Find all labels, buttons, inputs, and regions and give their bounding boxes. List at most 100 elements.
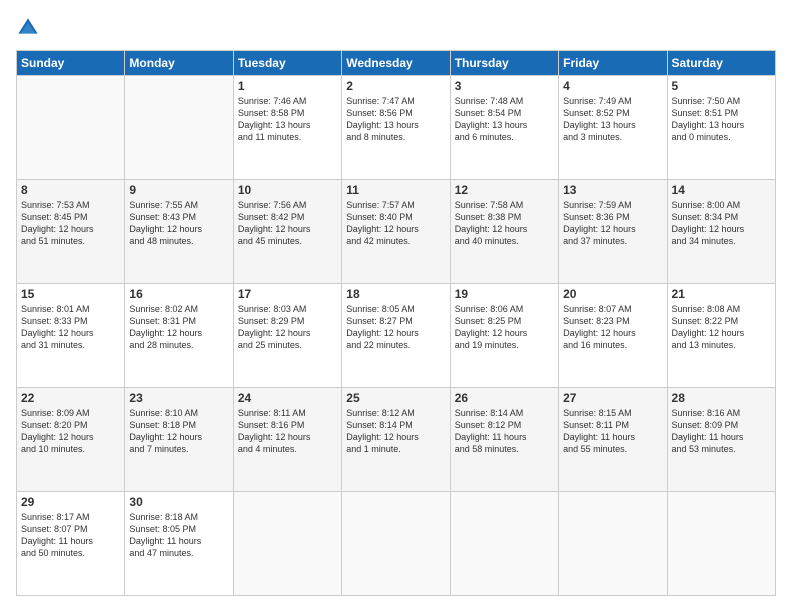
day-info: Sunrise: 8:15 AMSunset: 8:11 PMDaylight:… (563, 407, 662, 456)
calendar-header-saturday: Saturday (667, 51, 775, 76)
calendar-header-wednesday: Wednesday (342, 51, 450, 76)
day-number: 25 (346, 391, 445, 405)
day-info: Sunrise: 7:47 AMSunset: 8:56 PMDaylight:… (346, 95, 445, 144)
day-number: 22 (21, 391, 120, 405)
calendar-cell: 13 Sunrise: 7:59 AMSunset: 8:36 PMDayligh… (559, 180, 667, 284)
calendar-cell: 25 Sunrise: 8:12 AMSunset: 8:14 PMDayligh… (342, 388, 450, 492)
calendar-cell: 23 Sunrise: 8:10 AMSunset: 8:18 PMDayligh… (125, 388, 233, 492)
calendar-cell: 20 Sunrise: 8:07 AMSunset: 8:23 PMDayligh… (559, 284, 667, 388)
calendar-week-row: 1 Sunrise: 7:46 AMSunset: 8:58 PMDaylight… (17, 76, 776, 180)
calendar-cell: 5 Sunrise: 7:50 AMSunset: 8:51 PMDaylight… (667, 76, 775, 180)
day-number: 26 (455, 391, 554, 405)
calendar-header-friday: Friday (559, 51, 667, 76)
day-info: Sunrise: 8:01 AMSunset: 8:33 PMDaylight:… (21, 303, 120, 352)
logo-icon (16, 16, 40, 40)
day-info: Sunrise: 8:03 AMSunset: 8:29 PMDaylight:… (238, 303, 337, 352)
calendar-cell: 11Sunrise: 7:57 AMSunset: 8:40 PMDayligh… (342, 180, 450, 284)
day-number: 18 (346, 287, 445, 301)
calendar-cell (17, 76, 125, 180)
calendar-cell: 14 Sunrise: 8:00 AMSunset: 8:34 PMDayligh… (667, 180, 775, 284)
day-info: Sunrise: 8:12 AMSunset: 8:14 PMDaylight:… (346, 407, 445, 456)
day-info: Sunrise: 8:14 AMSunset: 8:12 PMDaylight:… (455, 407, 554, 456)
calendar-week-row: 8 Sunrise: 7:53 AMSunset: 8:45 PMDaylight… (17, 180, 776, 284)
calendar-cell (450, 492, 558, 596)
calendar-cell (342, 492, 450, 596)
calendar-cell: 4Sunrise: 7:49 AMSunset: 8:52 PMDaylight… (559, 76, 667, 180)
calendar-cell (667, 492, 775, 596)
day-info: Sunrise: 7:46 AMSunset: 8:58 PMDaylight:… (238, 95, 337, 144)
day-info: Sunrise: 7:48 AMSunset: 8:54 PMDaylight:… (455, 95, 554, 144)
day-number: 16 (129, 287, 228, 301)
calendar-week-row: 22 Sunrise: 8:09 AMSunset: 8:20 PMDayligh… (17, 388, 776, 492)
day-number: 3 (455, 79, 554, 93)
calendar-cell: 18 Sunrise: 8:05 AMSunset: 8:27 PMDayligh… (342, 284, 450, 388)
day-info: Sunrise: 8:05 AMSunset: 8:27 PMDaylight:… (346, 303, 445, 352)
day-number: 17 (238, 287, 337, 301)
logo (16, 16, 42, 40)
calendar: SundayMondayTuesdayWednesdayThursdayFrid… (16, 50, 776, 596)
day-number: 23 (129, 391, 228, 405)
day-info: Sunrise: 8:16 AMSunset: 8:09 PMDaylight:… (672, 407, 771, 456)
day-number: 15 (21, 287, 120, 301)
calendar-header-monday: Monday (125, 51, 233, 76)
calendar-cell: 12Sunrise: 7:58 AMSunset: 8:38 PMDayligh… (450, 180, 558, 284)
calendar-cell: 9Sunrise: 7:55 AMSunset: 8:43 PMDaylight… (125, 180, 233, 284)
calendar-header-thursday: Thursday (450, 51, 558, 76)
day-info: Sunrise: 8:07 AMSunset: 8:23 PMDaylight:… (563, 303, 662, 352)
day-number: 10 (238, 183, 337, 197)
day-number: 24 (238, 391, 337, 405)
calendar-cell: 28 Sunrise: 8:16 AMSunset: 8:09 PMDayligh… (667, 388, 775, 492)
day-info: Sunrise: 7:57 AMSunset: 8:40 PMDaylight:… (346, 199, 445, 248)
day-number: 12 (455, 183, 554, 197)
header (16, 16, 776, 40)
page: SundayMondayTuesdayWednesdayThursdayFrid… (0, 0, 792, 612)
calendar-cell: 2 Sunrise: 7:47 AMSunset: 8:56 PMDaylight… (342, 76, 450, 180)
day-number: 28 (672, 391, 771, 405)
calendar-cell: 26 Sunrise: 8:14 AMSunset: 8:12 PMDayligh… (450, 388, 558, 492)
day-info: Sunrise: 7:50 AMSunset: 8:51 PMDaylight:… (672, 95, 771, 144)
calendar-header-tuesday: Tuesday (233, 51, 341, 76)
day-info: Sunrise: 8:18 AMSunset: 8:05 PMDaylight:… (129, 511, 228, 560)
calendar-cell: 10 Sunrise: 7:56 AMSunset: 8:42 PMDayligh… (233, 180, 341, 284)
day-number: 27 (563, 391, 662, 405)
calendar-cell: 21Sunrise: 8:08 AMSunset: 8:22 PMDayligh… (667, 284, 775, 388)
day-info: Sunrise: 8:02 AMSunset: 8:31 PMDaylight:… (129, 303, 228, 352)
calendar-cell: 22 Sunrise: 8:09 AMSunset: 8:20 PMDayligh… (17, 388, 125, 492)
day-info: Sunrise: 8:00 AMSunset: 8:34 PMDaylight:… (672, 199, 771, 248)
calendar-cell: 27 Sunrise: 8:15 AMSunset: 8:11 PMDayligh… (559, 388, 667, 492)
day-number: 9 (129, 183, 228, 197)
day-number: 30 (129, 495, 228, 509)
day-number: 19 (455, 287, 554, 301)
day-info: Sunrise: 7:53 AMSunset: 8:45 PMDaylight:… (21, 199, 120, 248)
day-info: Sunrise: 8:10 AMSunset: 8:18 PMDaylight:… (129, 407, 228, 456)
calendar-cell: 17 Sunrise: 8:03 AMSunset: 8:29 PMDayligh… (233, 284, 341, 388)
day-info: Sunrise: 8:17 AMSunset: 8:07 PMDaylight:… (21, 511, 120, 560)
day-info: Sunrise: 8:09 AMSunset: 8:20 PMDaylight:… (21, 407, 120, 456)
day-number: 2 (346, 79, 445, 93)
calendar-cell: 8 Sunrise: 7:53 AMSunset: 8:45 PMDaylight… (17, 180, 125, 284)
calendar-cell: 16 Sunrise: 8:02 AMSunset: 8:31 PMDayligh… (125, 284, 233, 388)
day-number: 1 (238, 79, 337, 93)
calendar-week-row: 15 Sunrise: 8:01 AMSunset: 8:33 PMDayligh… (17, 284, 776, 388)
calendar-cell (233, 492, 341, 596)
calendar-cell: 30 Sunrise: 8:18 AMSunset: 8:05 PMDayligh… (125, 492, 233, 596)
calendar-header-row: SundayMondayTuesdayWednesdayThursdayFrid… (17, 51, 776, 76)
calendar-header-sunday: Sunday (17, 51, 125, 76)
day-number: 8 (21, 183, 120, 197)
day-number: 13 (563, 183, 662, 197)
day-number: 20 (563, 287, 662, 301)
day-number: 5 (672, 79, 771, 93)
calendar-cell: 1 Sunrise: 7:46 AMSunset: 8:58 PMDaylight… (233, 76, 341, 180)
calendar-cell (125, 76, 233, 180)
calendar-week-row: 29Sunrise: 8:17 AMSunset: 8:07 PMDayligh… (17, 492, 776, 596)
day-info: Sunrise: 8:06 AMSunset: 8:25 PMDaylight:… (455, 303, 554, 352)
calendar-cell: 29Sunrise: 8:17 AMSunset: 8:07 PMDayligh… (17, 492, 125, 596)
calendar-cell: 3 Sunrise: 7:48 AMSunset: 8:54 PMDaylight… (450, 76, 558, 180)
day-info: Sunrise: 7:59 AMSunset: 8:36 PMDaylight:… (563, 199, 662, 248)
calendar-cell (559, 492, 667, 596)
day-number: 14 (672, 183, 771, 197)
calendar-cell: 15 Sunrise: 8:01 AMSunset: 8:33 PMDayligh… (17, 284, 125, 388)
day-info: Sunrise: 7:56 AMSunset: 8:42 PMDaylight:… (238, 199, 337, 248)
calendar-cell: 24Sunrise: 8:11 AMSunset: 8:16 PMDayligh… (233, 388, 341, 492)
day-info: Sunrise: 7:49 AMSunset: 8:52 PMDaylight:… (563, 95, 662, 144)
